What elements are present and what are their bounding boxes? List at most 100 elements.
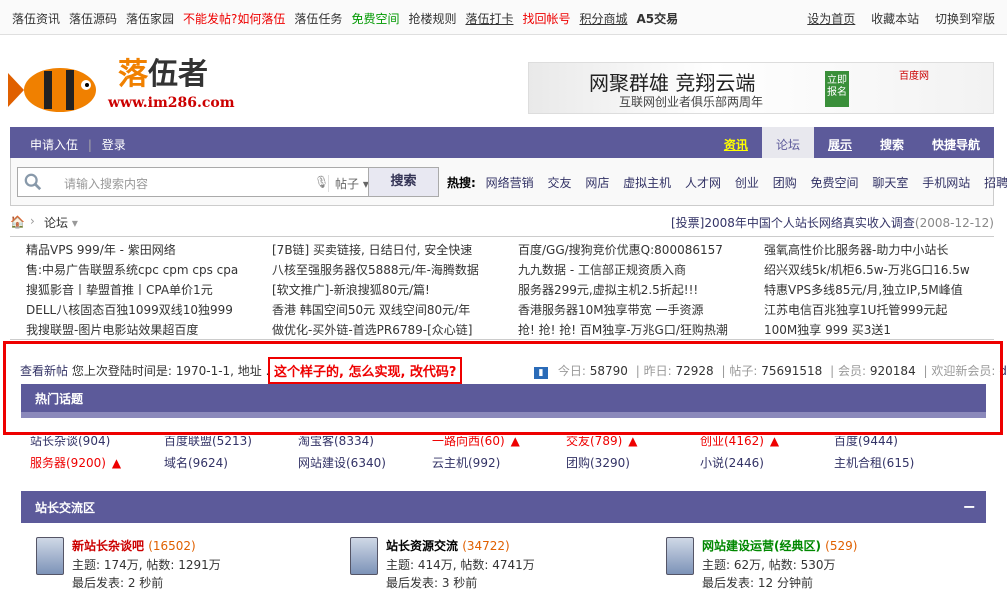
hot-topic-link[interactable]: 团购(3290) xyxy=(566,454,630,471)
forum-icon xyxy=(36,537,64,575)
collapse-icon[interactable]: − xyxy=(963,497,976,516)
text-ad-link[interactable]: 售:中易广告联盟系统cpc cpm cps cpa xyxy=(26,261,238,278)
bookmark-link[interactable]: 收藏本站 xyxy=(871,12,919,26)
top-link[interactable]: 抢楼规则 xyxy=(408,10,456,27)
nav-tab-quicknav[interactable]: 快捷导航 xyxy=(918,127,994,158)
hot-search-link[interactable]: 聊天室 xyxy=(872,176,908,190)
search-input[interactable]: 请输入搜索内容 xyxy=(64,175,148,192)
text-ad-link[interactable]: DELL八核固态百独1099双线10独999 xyxy=(26,301,233,318)
hot-search-link[interactable]: 招聘 xyxy=(984,176,1007,190)
forum-name[interactable]: 网站建设运营(经典区) (529) xyxy=(702,537,857,554)
nav-tabs: 资讯 论坛 展示 搜索 快捷导航 xyxy=(710,127,994,158)
hot-search-link[interactable]: 团购 xyxy=(773,176,797,190)
top-link[interactable]: 找回帐号 xyxy=(522,10,570,27)
highlight-frame xyxy=(3,341,1003,435)
top-link[interactable]: 不能发帖?如何落伍 xyxy=(183,10,285,27)
forum-item[interactable]: 站长资源交流 (34722) 主题: 414万, 帖数: 4741万 最后发表:… xyxy=(350,537,650,590)
hot-searches: 热搜: 网络营销 交友 网店 虚拟主机 人才网 创业 团购 免费空间 聊天室 手… xyxy=(447,174,1007,191)
top-link[interactable]: 落伍任务 xyxy=(294,10,342,27)
forum-last-post: 最后发表: 2 秒前 xyxy=(72,576,164,590)
top-link[interactable]: 免费空间 xyxy=(351,10,399,27)
forum-name[interactable]: 新站长杂谈吧 (16502) xyxy=(72,537,196,554)
text-ad-link[interactable]: [7B链] 买卖链接, 日结日付, 安全快速 xyxy=(272,241,472,258)
fish-icon xyxy=(8,68,96,112)
home-icon[interactable]: 🏠 xyxy=(10,215,25,229)
text-ad-link[interactable]: 香港 韩国空间50元 双线空间80元/年 xyxy=(272,301,470,318)
text-ad-link[interactable]: 江苏电信百兆独享1U托管999元起 xyxy=(764,301,947,318)
hot-topic-link[interactable]: 服务器(9200) ▲ xyxy=(30,454,121,471)
hot-search-link[interactable]: 免费空间 xyxy=(811,176,859,190)
forum-name[interactable]: 站长资源交流 (34722) xyxy=(386,537,510,554)
top-bar: 落伍资讯 落伍源码 落伍家园 不能发帖?如何落伍 落伍任务 免费空间 抢楼规则 … xyxy=(0,0,1007,35)
breadcrumb: 🏠 › 论坛 ▾ [投票]2008年中国个人站长网络真实收入调查(2008-12… xyxy=(10,211,994,233)
zone-header: 站长交流区 − xyxy=(21,491,986,523)
register-link[interactable]: 申请入伍 xyxy=(30,138,78,152)
top-link[interactable]: 落伍打卡 xyxy=(465,10,513,27)
forum-topics: 主题: 414万, 帖数: 4741万 xyxy=(386,558,535,572)
text-ad-link[interactable]: [软文推广]-新浪搜狐80元/篇! xyxy=(272,281,430,298)
arrow-up-icon: ▲ xyxy=(510,434,520,448)
login-link[interactable]: 登录 xyxy=(102,138,126,152)
text-ad-link[interactable]: 绍兴双线5k/机柜6.5w-万兆G口16.5w xyxy=(764,261,970,278)
nav-tab-forum[interactable]: 论坛 xyxy=(761,127,814,158)
text-ad-link[interactable]: 做优化-买外链-首选PR6789-[众心链] xyxy=(272,321,472,338)
top-link[interactable]: 落伍资讯 xyxy=(12,10,60,27)
hot-search-link[interactable]: 创业 xyxy=(735,176,759,190)
set-homepage-link[interactable]: 设为首页 xyxy=(807,12,855,26)
forum-item[interactable]: 新站长杂谈吧 (16502) 主题: 174万, 帖数: 1291万 最后发表:… xyxy=(36,537,336,590)
announcement[interactable]: [投票]2008年中国个人站长网络真实收入调查(2008-12-12) xyxy=(671,214,994,231)
top-links: 落伍资讯 落伍源码 落伍家园 不能发帖?如何落伍 落伍任务 免费空间 抢楼规则 … xyxy=(12,10,687,27)
top-link[interactable]: 落伍源码 xyxy=(69,10,117,27)
text-ad-link[interactable]: 香港服务器10M独享带宽 一手资源 xyxy=(518,301,703,318)
narrow-layout-link[interactable]: 切换到窄版 xyxy=(935,12,995,26)
site-logo[interactable]: 落伍者 www.im286.com xyxy=(8,45,268,125)
hot-topic-link[interactable]: 网站建设(6340) xyxy=(298,454,386,471)
hot-topic-link[interactable]: 主机合租(615) xyxy=(834,454,914,471)
forum-topics: 主题: 174万, 帖数: 1291万 xyxy=(72,558,221,572)
hot-search-link[interactable]: 网店 xyxy=(585,176,609,190)
nav-tab-showcase[interactable]: 展示 xyxy=(814,127,866,158)
hot-search-link[interactable]: 交友 xyxy=(547,176,571,190)
forum-last-post: 最后发表: 3 秒前 xyxy=(386,576,478,590)
nav-tab-search[interactable]: 搜索 xyxy=(866,127,918,158)
banner-brand: 百度网 xyxy=(899,71,929,82)
text-ad-link[interactable]: 服务器299元,虚拟主机2.5折起!!! xyxy=(518,281,698,298)
chevron-down-icon: ▾ xyxy=(71,216,78,230)
text-ad-link[interactable]: 精品VPS 999/年 - 紫田网络 xyxy=(26,241,176,258)
microphone-icon[interactable]: 🎙 xyxy=(314,175,329,189)
search-type-select[interactable]: 帖子 ▾ xyxy=(328,175,369,192)
search-button[interactable]: 搜索 xyxy=(368,168,438,196)
search-icon xyxy=(24,173,42,191)
nav-tab-news[interactable]: 资讯 xyxy=(710,127,762,158)
hot-search-link[interactable]: 人才网 xyxy=(685,176,721,190)
top-link[interactable]: A5交易 xyxy=(637,10,679,27)
hot-search-link[interactable]: 网络营销 xyxy=(486,176,534,190)
text-ad-link[interactable]: 八核至强服务器仅5888元/年-海腾数据 xyxy=(272,261,479,278)
hot-search-link[interactable]: 虚拟主机 xyxy=(623,176,671,190)
text-ad-link[interactable]: 我搜联盟-图片电影站效果超百度 xyxy=(26,321,198,338)
top-link[interactable]: 落伍家园 xyxy=(126,10,174,27)
banner-headline: 网聚群雄 竞翔云端 xyxy=(589,71,756,95)
banner-signup-button[interactable]: 立即报名 xyxy=(825,71,849,107)
text-ad-link[interactable]: 百度/GG/搜狗竞价优惠Q:800086157 xyxy=(518,241,723,258)
text-ad-link[interactable]: 抢! 抢! 抢! 百M独享-万兆G口/狂购热潮 xyxy=(518,321,728,338)
top-link[interactable]: 积分商城 xyxy=(580,10,628,27)
text-ad-link[interactable]: 搜狐影音丨挚盟首推丨CPA单价1元 xyxy=(26,281,213,298)
zone-title: 站长交流区 xyxy=(35,501,96,515)
hot-topic-link[interactable]: 小说(2446) xyxy=(700,454,764,471)
hot-topic-link[interactable]: 域名(9624) xyxy=(164,454,228,471)
text-ad-link[interactable]: 特惠VPS多线85元/月,独立IP,5M峰值 xyxy=(764,281,963,298)
hot-topic-link[interactable]: 云主机(992) xyxy=(432,454,500,471)
hot-search-link[interactable]: 手机网站 xyxy=(922,176,970,190)
breadcrumb-forum[interactable]: 论坛 ▾ xyxy=(44,214,78,231)
logo-url: www.im286.com xyxy=(108,95,235,111)
forum-last-post: 最后发表: 12 分钟前 xyxy=(702,576,813,590)
ad-banner[interactable]: 网聚群雄 竞翔云端 互联网创业者俱乐部两周年 立即报名 百度网 xyxy=(528,62,994,114)
main-nav: 申请入伍 | 登录 资讯 论坛 展示 搜索 快捷导航 xyxy=(10,127,994,158)
text-ad-link[interactable]: 九九数据 - 工信部正规资质入商 xyxy=(518,261,686,278)
forum-item[interactable]: 网站建设运营(经典区) (529) 主题: 62万, 帖数: 530万 最后发表… xyxy=(666,537,966,590)
text-ad-link[interactable]: 强氧高性价比服务器-助力中小站长 xyxy=(764,241,948,258)
breadcrumb-separator-icon: › xyxy=(30,214,35,228)
search-row: 请输入搜索内容 🎙 帖子 ▾ 搜索 热搜: 网络营销 交友 网店 虚拟主机 人才… xyxy=(10,158,1007,206)
text-ad-link[interactable]: 100M独享 999 买3送1 xyxy=(764,321,891,338)
